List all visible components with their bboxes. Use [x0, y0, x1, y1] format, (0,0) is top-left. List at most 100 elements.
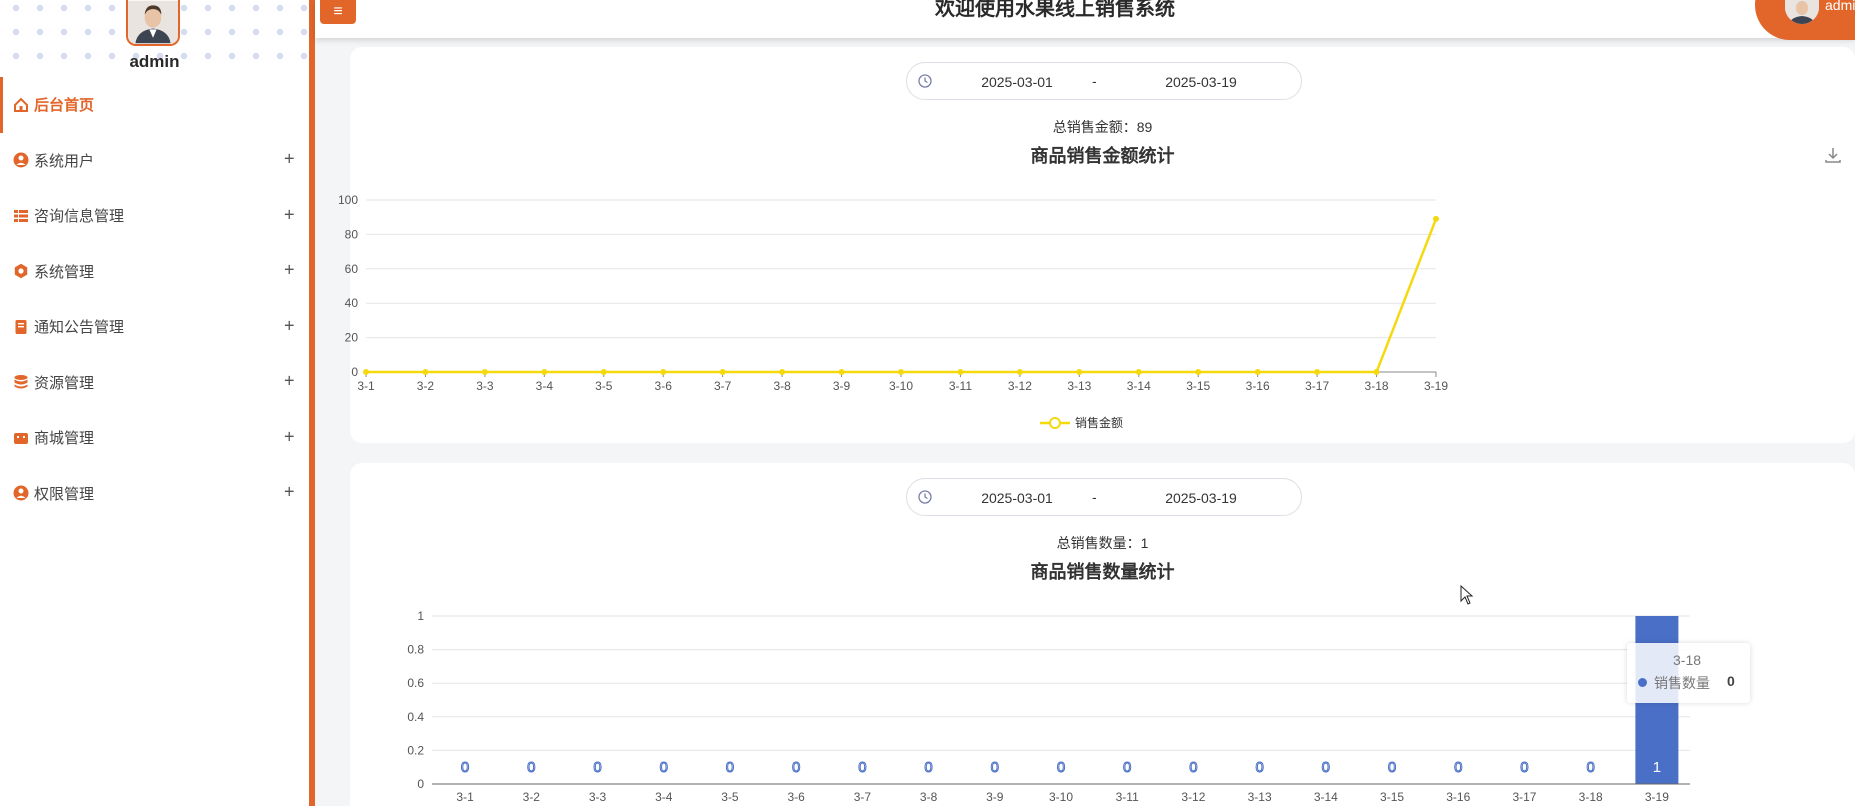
x-tick-label: 3-6 — [655, 379, 673, 393]
settings-icon — [12, 262, 30, 280]
bar-value-label: 0 — [461, 759, 469, 776]
y-tick-label: 0.6 — [407, 676, 424, 690]
expand-plus-icon[interactable]: + — [284, 371, 295, 392]
bar-value-label: 0 — [726, 759, 734, 776]
y-tick-label: 0 — [417, 777, 424, 791]
x-tick-label: 3-8 — [773, 379, 791, 393]
sidebar-item-label: 资源管理 — [34, 374, 95, 392]
sidebar-item-resource[interactable]: 资源管理 + — [0, 355, 309, 411]
sidebar-item-home[interactable]: 后台首页 — [0, 77, 309, 133]
user-menu[interactable]: admin — [1755, 0, 1855, 40]
x-tick-label: 3-13 — [1248, 790, 1272, 804]
expand-plus-icon[interactable]: + — [284, 149, 295, 170]
y-tick-label: 0.8 — [407, 643, 424, 657]
x-tick-label: 3-9 — [833, 379, 851, 393]
bar-value-label: 0 — [1520, 759, 1528, 776]
x-tick-label: 3-2 — [417, 379, 435, 393]
sidebar-item-label: 系统管理 — [34, 263, 95, 281]
sales-quantity-panel: 2025-03-01 - 2025-03-19 总销售数量：1 商品销售数量统计… — [350, 463, 1855, 806]
data-point — [957, 369, 964, 375]
data-point — [363, 369, 369, 375]
person-photo-icon — [128, 0, 178, 44]
expand-plus-icon[interactable]: + — [284, 260, 295, 281]
sidebar-item-notice[interactable]: 通知公告管理 + — [0, 299, 309, 355]
bar-value-label: 0 — [1388, 759, 1396, 776]
tooltip-label: 销售数量 — [1654, 675, 1710, 691]
sidebar-item-system-manage[interactable]: 系统管理 + — [0, 244, 309, 300]
bar-value-label: 1 — [1653, 759, 1661, 776]
sidebar: admin 后台首页 系统用户 + 咨询信息管理 + 系统管理 + 通知公告管理… — [0, 0, 315, 806]
mouse-cursor-icon — [1460, 585, 1474, 605]
x-tick-label: 3-13 — [1067, 379, 1091, 393]
expand-plus-icon[interactable]: + — [284, 426, 295, 447]
data-point — [779, 369, 786, 375]
tooltip-series-dot — [1638, 678, 1647, 687]
x-tick-label: 3-19 — [1645, 790, 1669, 804]
sidebar-item-label: 咨询信息管理 — [34, 208, 125, 226]
x-tick-label: 3-14 — [1314, 790, 1338, 804]
x-tick-label: 3-12 — [1008, 379, 1032, 393]
sidebar-item-permission[interactable]: 权限管理 + — [0, 466, 309, 522]
user-name: admin — [1825, 0, 1855, 13]
shop-icon — [12, 429, 30, 447]
data-point — [660, 369, 667, 375]
sidebar-item-label: 权限管理 — [34, 485, 95, 503]
bar-value-label: 0 — [660, 759, 668, 776]
x-tick-label: 3-14 — [1127, 379, 1151, 393]
user-avatar — [1785, 0, 1819, 24]
tooltip-title: 3-18 — [1673, 652, 1702, 668]
y-tick-label: 100 — [338, 193, 358, 207]
top-header: ≡ 欢迎使用水果线上销售系统 admin — [315, 0, 1855, 40]
x-tick-label: 3-16 — [1246, 379, 1270, 393]
x-tick-label: 3-16 — [1446, 790, 1470, 804]
bar-value-label: 0 — [527, 759, 535, 776]
x-tick-label: 3-2 — [523, 790, 541, 804]
sales-quantity-bar-chart: 00.20.40.60.8103-103-203-303-403-503-603… — [407, 609, 1690, 804]
y-tick-label: 0.2 — [407, 743, 424, 757]
sidebar-item-label: 系统用户 — [34, 152, 95, 170]
x-tick-label: 3-15 — [1186, 379, 1210, 393]
x-tick-label: 3-11 — [1116, 790, 1139, 804]
data-point — [1254, 369, 1261, 375]
data-point — [422, 369, 429, 375]
admin-name: admin — [129, 52, 180, 71]
bar-value-label: 0 — [1322, 759, 1330, 776]
data-point — [1314, 369, 1321, 375]
sidebar-item-system-users[interactable]: 系统用户 + — [0, 133, 309, 189]
series-line — [366, 218, 1438, 374]
avatar[interactable] — [126, 0, 180, 46]
expand-plus-icon[interactable]: + — [284, 315, 295, 336]
x-tick-label: 3-8 — [920, 790, 938, 804]
x-tick-label: 3-1 — [357, 379, 375, 393]
data-point — [541, 369, 548, 375]
x-tick-label: 3-17 — [1512, 790, 1536, 804]
x-tick-label: 3-15 — [1380, 790, 1404, 804]
data-point — [1373, 369, 1380, 375]
expand-plus-icon[interactable]: + — [284, 204, 295, 225]
x-tick-label: 3-7 — [714, 379, 732, 393]
x-tick-label: 3-4 — [655, 790, 673, 804]
x-tick-label: 3-18 — [1579, 790, 1603, 804]
y-tick-label: 60 — [345, 262, 359, 276]
sidebar-item-consult-info[interactable]: 咨询信息管理 + — [0, 188, 309, 244]
x-tick-label: 3-5 — [595, 379, 613, 393]
bar-value-label: 0 — [1587, 759, 1595, 776]
x-tick-label: 3-4 — [536, 379, 554, 393]
sidebar-item-label: 通知公告管理 — [34, 319, 125, 337]
expand-plus-icon[interactable]: + — [284, 482, 295, 503]
y-tick-label: 0 — [351, 365, 358, 379]
x-tick-label: 3-3 — [476, 379, 494, 393]
data-point — [719, 369, 726, 375]
data-point — [838, 369, 845, 375]
tooltip-value: 0 — [1727, 673, 1735, 689]
person-photo-icon — [1785, 0, 1819, 24]
x-tick-label: 3-10 — [1049, 790, 1073, 804]
x-tick-label: 3-17 — [1305, 379, 1329, 393]
x-tick-label: 3-7 — [854, 790, 872, 804]
sales-amount-line-chart: 0 20 40 60 80 100 3-1 3-2 3-3 3-4 3-5 3-6 3-7 3-8 3-9 3… — [338, 193, 1448, 430]
sidebar-item-shop[interactable]: 商城管理 + — [0, 410, 309, 466]
legend-label: 销售金额 — [1075, 415, 1123, 430]
x-tick-label: 3-19 — [1424, 379, 1448, 393]
y-tick-label: 40 — [345, 296, 359, 310]
bar-value-label: 0 — [1454, 759, 1462, 776]
